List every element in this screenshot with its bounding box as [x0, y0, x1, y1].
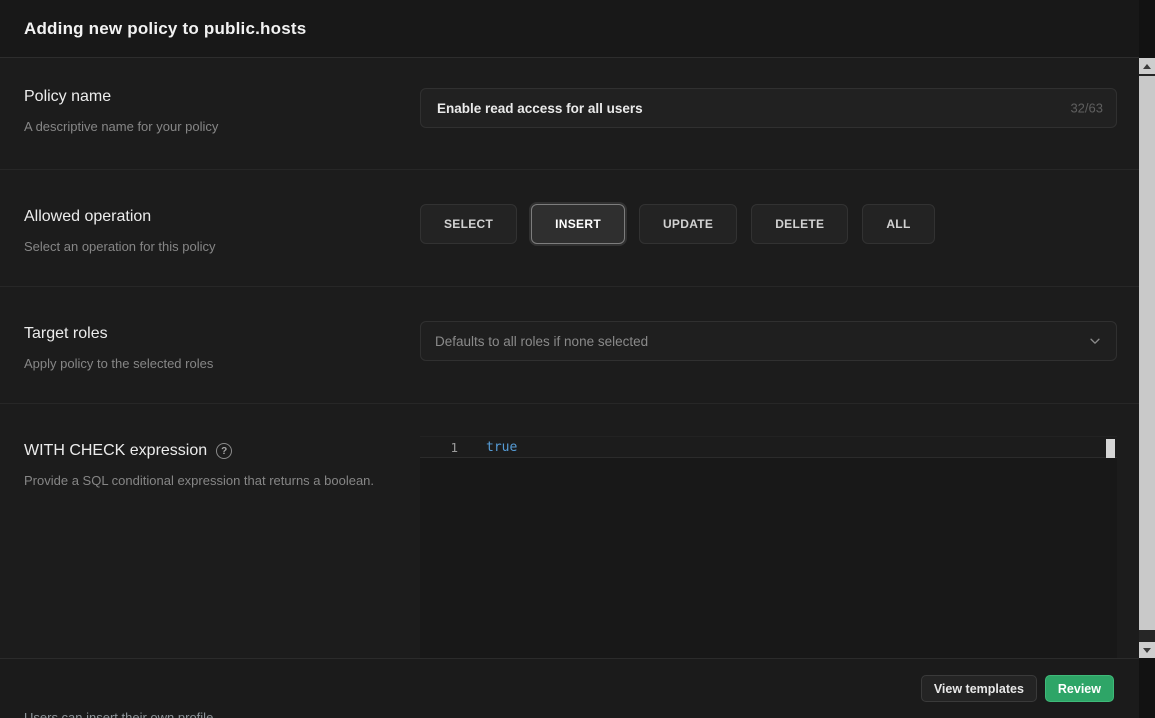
- allowed-operation-description: Select an operation for this policy: [24, 237, 380, 257]
- code-text: true: [458, 440, 517, 455]
- target-roles-select[interactable]: Defaults to all roles if none selected: [420, 321, 1117, 361]
- review-button[interactable]: Review: [1045, 675, 1114, 702]
- scroll-up-button[interactable]: [1139, 58, 1155, 74]
- section-policy-name: Policy name A descriptive name for your …: [0, 58, 1139, 170]
- operation-button-group: SELECT INSERT UPDATE DELETE ALL: [420, 204, 1117, 244]
- dialog-footer: View templates Review: [0, 658, 1139, 718]
- section-with-check: WITH CHECK expression ? Provide a SQL co…: [0, 404, 1139, 658]
- policy-name-input-wrap: 32/63: [420, 88, 1117, 128]
- target-roles-label: Target roles: [24, 325, 380, 343]
- operation-delete-button[interactable]: DELETE: [751, 204, 848, 244]
- allowed-operation-label: Allowed operation: [24, 208, 380, 226]
- scroll-down-button[interactable]: [1139, 642, 1155, 658]
- operation-insert-button[interactable]: INSERT: [531, 204, 625, 244]
- operation-select-button[interactable]: SELECT: [420, 204, 517, 244]
- section-allowed-operation: Allowed operation Select an operation fo…: [0, 170, 1139, 287]
- editor-scrollbar-thumb[interactable]: [1106, 439, 1115, 458]
- dialog-title: Adding new policy to public.hosts: [24, 19, 306, 39]
- dialog-body: Policy name A descriptive name for your …: [0, 58, 1139, 658]
- add-policy-dialog: Adding new policy to public.hosts Policy…: [0, 0, 1155, 718]
- help-icon[interactable]: ?: [216, 443, 232, 459]
- operation-update-button[interactable]: UPDATE: [639, 204, 737, 244]
- target-roles-description: Apply policy to the selected roles: [24, 354, 380, 374]
- triangle-down-icon: [1143, 648, 1151, 653]
- scrollbar-top-spacer: [1139, 0, 1155, 58]
- policy-name-description: A descriptive name for your policy: [24, 117, 380, 137]
- with-check-label: WITH CHECK expression: [24, 442, 207, 460]
- policy-name-input[interactable]: [420, 88, 1117, 128]
- section-target-roles: Target roles Apply policy to the selecte…: [0, 287, 1139, 404]
- page-scrollbar: [1139, 0, 1155, 718]
- chevron-down-icon: [1088, 334, 1102, 348]
- char-counter: 32/63: [1070, 101, 1103, 116]
- sql-code-editor[interactable]: 1 true: [420, 436, 1117, 658]
- with-check-description: Provide a SQL conditional expression tha…: [24, 471, 380, 491]
- policy-name-label: Policy name: [24, 88, 380, 106]
- dialog-header: Adding new policy to public.hosts: [0, 0, 1139, 58]
- scrollbar-thumb[interactable]: [1139, 76, 1155, 630]
- operation-all-button[interactable]: ALL: [862, 204, 934, 244]
- triangle-up-icon: [1143, 64, 1151, 69]
- target-roles-placeholder: Defaults to all roles if none selected: [435, 334, 648, 349]
- scrollbar-bottom-spacer: [1139, 658, 1155, 718]
- line-number: 1: [420, 440, 458, 455]
- dialog-main: Adding new policy to public.hosts Policy…: [0, 0, 1139, 718]
- code-line-current: 1 true: [420, 437, 1117, 458]
- editor-scrollbar[interactable]: [1105, 437, 1117, 658]
- view-templates-button[interactable]: View templates: [921, 675, 1037, 702]
- background-page-text-fragment: Users can insert their own profile.: [24, 710, 217, 718]
- scrollbar-track[interactable]: [1139, 74, 1155, 642]
